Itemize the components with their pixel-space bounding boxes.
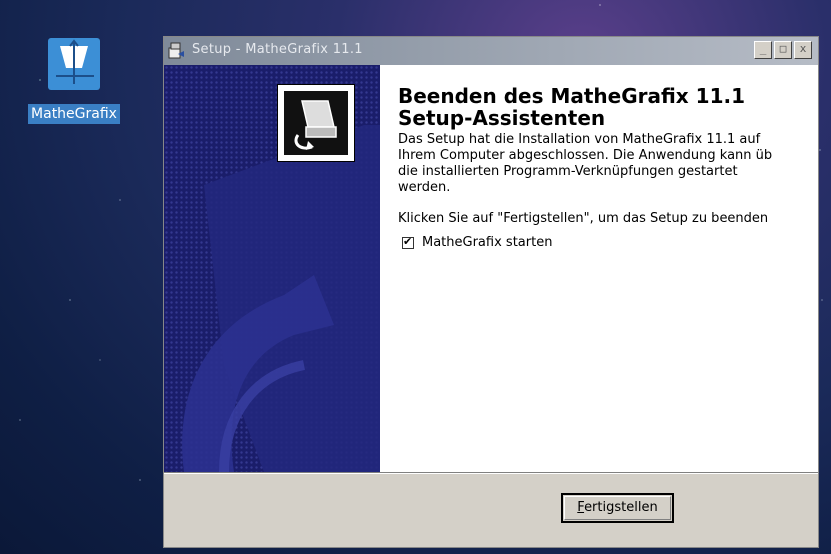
mathegrafix-icon — [48, 38, 100, 90]
finish-instruction: Klicken Sie auf "Fertigstellen", um das … — [398, 211, 769, 226]
close-button[interactable]: x — [794, 41, 812, 59]
title-bar[interactable]: Setup - MatheGrafix 11.1 _ □ x — [164, 37, 818, 65]
launch-checkbox-row[interactable]: MatheGrafix starten — [402, 235, 552, 250]
desktop-icon-label: MatheGrafix — [28, 104, 120, 124]
desktop-icon-mathegrafix[interactable]: MatheGrafix — [10, 38, 138, 124]
setup-window: Setup - MatheGrafix 11.1 _ □ x Beenden d… — [163, 36, 819, 548]
launch-app-checkbox[interactable] — [402, 235, 414, 249]
window-title: Setup - MatheGrafix 11.1 — [192, 42, 363, 57]
page-heading: Beenden des MatheGrafix 11.1 Setup-Assis… — [398, 84, 746, 130]
wizard-side-banner — [164, 65, 380, 472]
maximize-button[interactable]: □ — [774, 41, 792, 59]
launch-app-checkbox-label[interactable]: MatheGrafix starten — [422, 235, 552, 250]
computer-install-icon — [294, 100, 337, 150]
finish-button[interactable]: Fertigstellen — [561, 493, 674, 523]
minimize-button[interactable]: _ — [754, 41, 772, 59]
footer-divider — [164, 472, 818, 474]
completion-message: Das Setup hat die Installation von Mathe… — [398, 132, 773, 195]
finish-button-label: ertigstellen — [584, 500, 658, 515]
setup-app-icon — [168, 42, 186, 60]
setup-logo — [277, 84, 355, 162]
wizard-content: Beenden des MatheGrafix 11.1 Setup-Assis… — [164, 65, 818, 472]
